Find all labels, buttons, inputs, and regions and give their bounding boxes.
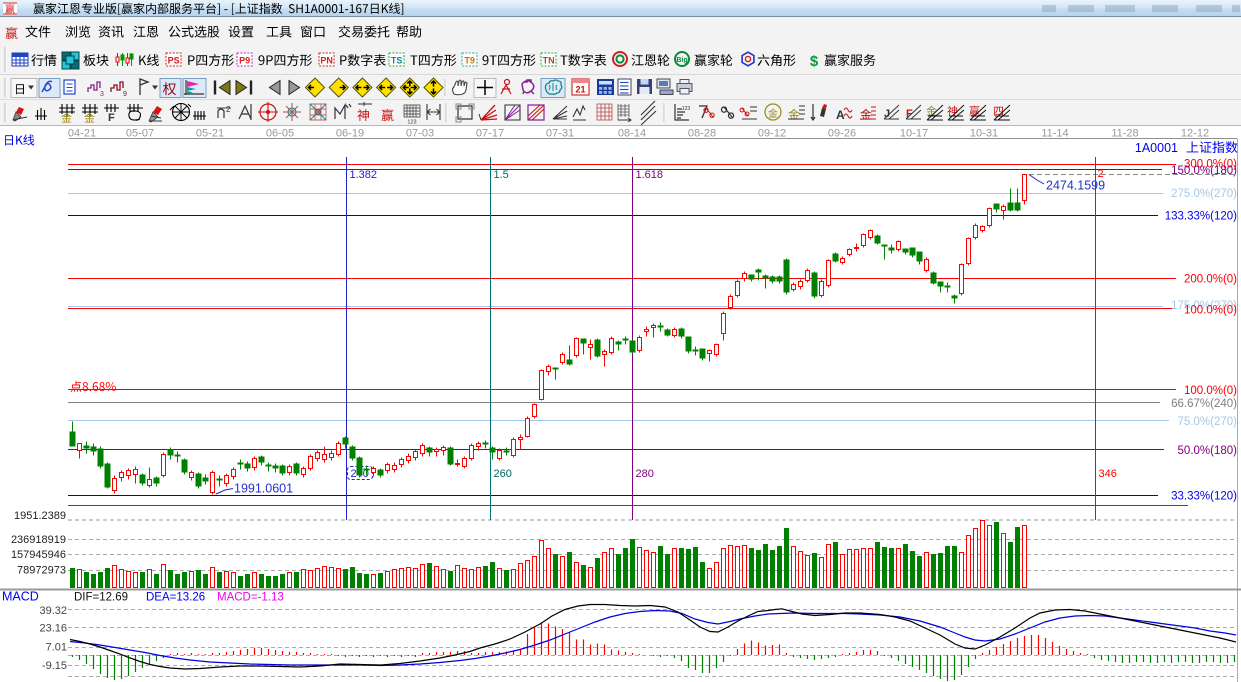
svg-text:P9: P9 (239, 56, 250, 66)
svg-text:1A0001: 1A0001 (1135, 141, 1178, 155)
svg-text:1951.2389: 1951.2389 (14, 510, 66, 522)
svg-text:33.33%(120): 33.33%(120) (1171, 491, 1237, 503)
svg-text:2474.1599: 2474.1599 (1046, 179, 1105, 193)
svg-text:66.67%(240): 66.67%(240) (1171, 398, 1237, 410)
svg-text:23.16: 23.16 (39, 623, 67, 635)
svg-text:2: 2 (226, 105, 231, 114)
svg-text:11-28: 11-28 (1111, 128, 1138, 140)
svg-text:08-28: 08-28 (688, 128, 716, 140)
svg-text:236918919: 236918919 (11, 534, 66, 546)
svg-text:200.0%(0): 200.0%(0) (1184, 274, 1237, 286)
svg-text:133.33%(120): 133.33%(120) (1165, 211, 1237, 223)
svg-text:07-17: 07-17 (476, 128, 504, 140)
svg-text:MACD=-1.13: MACD=-1.13 (217, 592, 284, 604)
svg-text:T9: T9 (464, 56, 475, 66)
svg-text:05-21: 05-21 (196, 128, 224, 140)
svg-text:50.0%(180): 50.0%(180) (1178, 445, 1238, 457)
svg-text:TN: TN (543, 56, 555, 66)
svg-text:$: $ (810, 53, 819, 70)
svg-text:346: 346 (1099, 468, 1117, 480)
svg-text:10-17: 10-17 (900, 128, 928, 140)
svg-text:123: 123 (682, 106, 691, 112)
svg-text:280: 280 (636, 468, 654, 480)
svg-text:3: 3 (100, 91, 104, 98)
svg-text:A: A (836, 108, 845, 122)
svg-text:260: 260 (494, 468, 512, 480)
svg-text:PN: PN (320, 56, 333, 66)
svg-text:1.618: 1.618 (636, 169, 664, 181)
svg-text:06-05: 06-05 (266, 128, 294, 140)
svg-text:MACD: MACD (2, 590, 39, 604)
svg-text:12-12: 12-12 (1181, 128, 1209, 140)
svg-text:05-07: 05-07 (126, 128, 154, 140)
svg-text:9: 9 (123, 91, 127, 98)
svg-text:100.0%(0): 100.0%(0) (1184, 305, 1237, 317)
svg-text:157945946: 157945946 (11, 549, 66, 561)
svg-text:78972973: 78972973 (17, 565, 66, 577)
svg-text:DEA=13.26: DEA=13.26 (146, 592, 205, 604)
svg-text:06-19: 06-19 (336, 128, 364, 140)
svg-text:1.382: 1.382 (350, 169, 378, 181)
svg-text:F: F (108, 112, 115, 124)
svg-text:TS: TS (391, 56, 403, 66)
svg-text:75.0%(270): 75.0%(270) (1178, 416, 1238, 428)
svg-text:1.5: 1.5 (494, 169, 509, 181)
svg-text:Big: Big (676, 57, 687, 64)
svg-text:21: 21 (575, 85, 585, 95)
svg-text:DIF=12.69: DIF=12.69 (74, 592, 128, 604)
svg-text:07-03: 07-03 (406, 128, 434, 140)
svg-text:PS: PS (168, 56, 180, 66)
svg-text:7.01: 7.01 (46, 642, 67, 654)
svg-text:09-12: 09-12 (758, 128, 786, 140)
svg-text:04-21: 04-21 (68, 128, 96, 140)
svg-text:11-14: 11-14 (1041, 128, 1068, 140)
svg-text:39.32: 39.32 (39, 605, 67, 617)
svg-text:1991.0601: 1991.0601 (234, 482, 293, 496)
svg-text:100.0%(0): 100.0%(0) (1184, 385, 1237, 397)
svg-text:07-31: 07-31 (546, 128, 574, 140)
svg-text:09-26: 09-26 (828, 128, 856, 140)
svg-text:08-14: 08-14 (618, 128, 646, 140)
svg-text:10-31: 10-31 (970, 128, 998, 140)
svg-text:123: 123 (407, 120, 416, 126)
svg-text:150.0%(180): 150.0%(180) (1171, 165, 1237, 177)
svg-text:275.0%(270): 275.0%(270) (1171, 188, 1237, 200)
svg-text:-9.15: -9.15 (42, 660, 67, 672)
